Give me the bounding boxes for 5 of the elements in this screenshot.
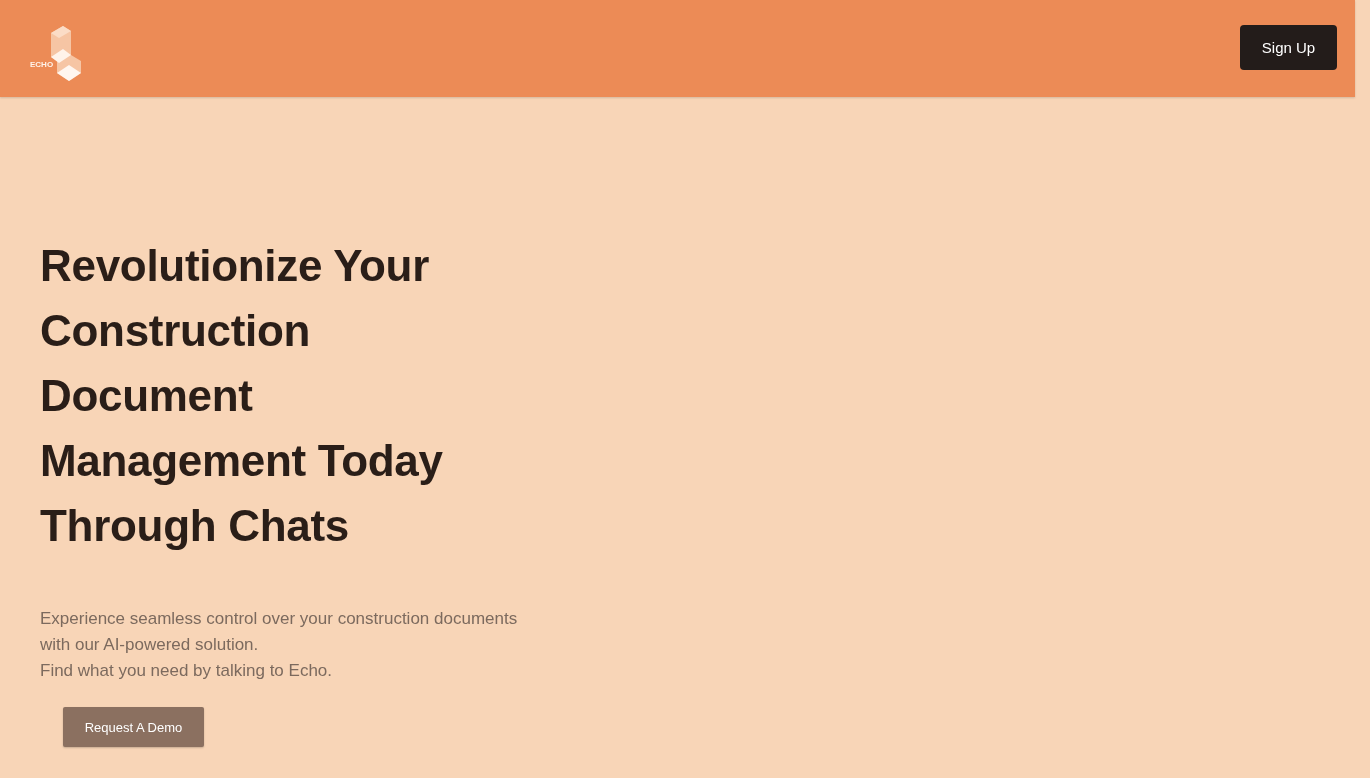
hero-description: Experience seamless control over your construction documents with our AI-powered solution. Find what you need by talking to Echo. (40, 608, 519, 682)
request-demo-button[interactable]: Request A Demo (63, 707, 204, 747)
hero-heading: Revolutionize Your Construction Document Management Today Through Chats (40, 240, 444, 552)
sign-up-button[interactable]: Sign Up (1240, 25, 1337, 70)
logo-text: ECHO (30, 59, 54, 69)
